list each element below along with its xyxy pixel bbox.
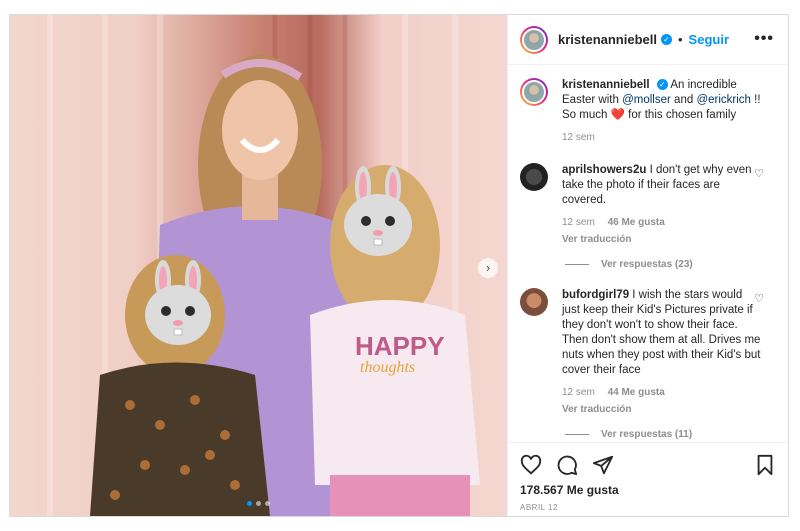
comment-meta: 12 sem 46 Me gusta: [562, 217, 665, 228]
carousel-dot: [247, 501, 252, 506]
caption-avatar[interactable]: [520, 78, 548, 106]
caption-username[interactable]: kristenanniebell: [562, 79, 650, 91]
verified-badge-icon: ✓: [660, 34, 672, 45]
shirt-text-thoughts: thoughts: [360, 359, 415, 376]
comment-icon[interactable]: [556, 454, 578, 476]
post-side-panel: kristenanniebell ✓ • Seguir ••• kristena…: [507, 15, 788, 516]
like-comment-icon[interactable]: ♡: [754, 292, 764, 305]
comment-item: aprilshowers2u I don't get why even take…: [520, 163, 774, 245]
bookmark-icon[interactable]: [754, 454, 776, 476]
author-avatar[interactable]: [520, 25, 548, 54]
action-icons: [520, 451, 776, 479]
view-replies-link[interactable]: Ver respuestas (11): [565, 429, 774, 440]
comment-item: bufordgirl79 I wish the stars would just…: [520, 288, 774, 415]
post-date: ABRIL 12: [520, 503, 558, 512]
verified-badge-icon: ✓: [656, 79, 668, 91]
carousel-dot: [265, 501, 270, 506]
comment-likes[interactable]: 44 Me gusta: [608, 387, 665, 398]
comments-list[interactable]: kristenanniebell ✓ An incredible Easter …: [508, 66, 788, 442]
comment-text: aprilshowers2u I don't get why even take…: [562, 164, 752, 206]
commenter-avatar[interactable]: [520, 288, 548, 316]
post-actions: 178.567 Me gusta ABRIL 12: [508, 442, 788, 516]
comment-username[interactable]: aprilshowers2u: [562, 164, 646, 176]
likes-count[interactable]: 178.567 Me gusta: [520, 483, 776, 497]
author-username[interactable]: kristenanniebell: [558, 32, 657, 47]
translate-link[interactable]: Ver traducción: [562, 234, 762, 245]
like-heart-icon[interactable]: [520, 454, 542, 476]
more-options-icon[interactable]: •••: [754, 30, 774, 48]
next-photo-button[interactable]: ›: [478, 258, 498, 278]
follow-button[interactable]: Seguir: [689, 32, 729, 47]
post-header: kristenanniebell ✓ • Seguir •••: [508, 15, 788, 65]
view-replies-link[interactable]: Ver respuestas (23): [565, 259, 774, 270]
caption-text: kristenanniebell ✓ An incredible Easter …: [562, 79, 761, 121]
shirt-text-happy: HAPPY: [355, 331, 445, 361]
carousel-indicator: [247, 501, 270, 506]
post-photo[interactable]: HAPPY thoughts ›: [10, 15, 507, 516]
red-heart-icon: ❤️: [610, 109, 625, 121]
carousel-dot: [256, 501, 261, 506]
comment-meta: 12 sem 44 Me gusta: [562, 387, 665, 398]
translate-link[interactable]: Ver traducción: [562, 404, 762, 415]
comment-text: bufordgirl79 I wish the stars would just…: [562, 289, 761, 376]
comment-username[interactable]: bufordgirl79: [562, 289, 629, 301]
photo-illustration: HAPPY thoughts: [10, 15, 507, 516]
share-icon[interactable]: [592, 454, 614, 476]
caption-time: 12 sem: [562, 132, 595, 143]
caption: kristenanniebell ✓ An incredible Easter …: [520, 78, 774, 143]
separator-dot: •: [677, 32, 683, 47]
mention-erickrich[interactable]: @erickrich: [696, 94, 751, 106]
instagram-post: HAPPY thoughts › kristenanniebell ✓ • Se…: [9, 14, 789, 517]
commenter-avatar[interactable]: [520, 163, 548, 191]
like-comment-icon[interactable]: ♡: [754, 167, 764, 180]
mention-mollser[interactable]: @mollser: [622, 94, 671, 106]
comment-likes[interactable]: 46 Me gusta: [608, 217, 665, 228]
